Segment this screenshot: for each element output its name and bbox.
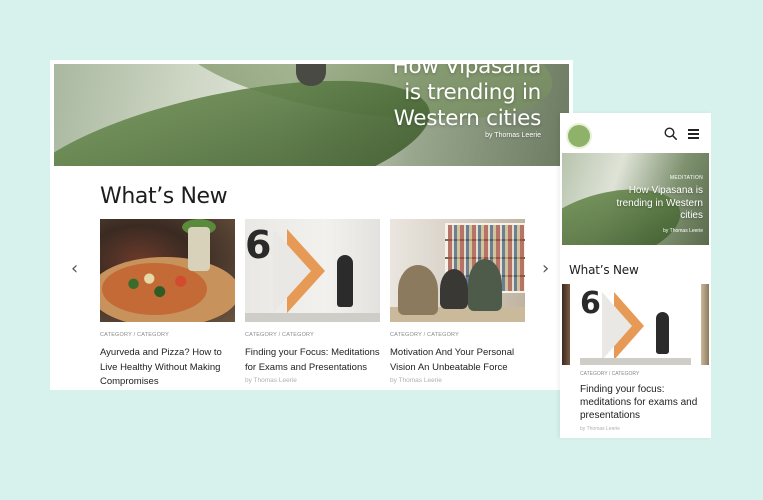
article-byline: by Thomas Leerie <box>580 426 620 432</box>
article-title[interactable]: Ayurveda and Pizza? How to Live Healthy … <box>100 346 235 390</box>
article-title[interactable]: Finding your focus: meditations for exam… <box>580 383 700 422</box>
article-image[interactable] <box>100 219 235 322</box>
article-image-peek[interactable] <box>562 284 570 365</box>
article-title[interactable]: Finding your Focus: Meditations for Exam… <box>245 346 380 375</box>
hero-byline: by Thomas Leerie <box>663 228 703 234</box>
section-title: What’s New <box>569 263 639 277</box>
article-category[interactable]: CATEGORY / CATEGORY <box>245 332 380 338</box>
hero-byline: by Thomas Leerie <box>485 132 541 139</box>
chevron-left-icon[interactable]: ‹ <box>71 260 78 278</box>
hero-title-line: How Vipasana <box>392 64 542 79</box>
article-category[interactable]: CATEGORY / CATEGORY <box>580 371 639 377</box>
hamburger-menu-icon[interactable] <box>688 129 699 139</box>
hero-kicker: MEDITATION <box>669 175 703 181</box>
article-card[interactable]: CATEGORY / CATEGORY Ayurveda and Pizza? … <box>100 219 235 390</box>
desktop-mockup: How Vipasana is trending in Western citi… <box>50 60 573 390</box>
article-image-peek[interactable] <box>701 284 709 365</box>
article-image[interactable] <box>390 219 525 322</box>
search-icon[interactable] <box>664 127 677 140</box>
hero-title-line: is trending in <box>404 80 541 105</box>
article-card[interactable]: CATEGORY / CATEGORY Motivation And Your … <box>390 219 525 384</box>
logo[interactable] <box>568 125 590 147</box>
article-title[interactable]: Motivation And Your Personal Vision An U… <box>390 346 525 375</box>
hero-title[interactable]: How Vipasana is trending in Western citi… <box>603 185 703 223</box>
article-image[interactable]: 6 <box>580 284 691 365</box>
hero-title[interactable]: How Vipasana is trending in Western citi… <box>341 64 542 132</box>
article-category[interactable]: CATEGORY / CATEGORY <box>390 332 525 338</box>
chevron-right-icon[interactable]: › <box>542 260 549 278</box>
mobile-hero-banner[interactable]: MEDITATION How Vipasana is trending in W… <box>562 153 709 245</box>
article-byline: by Thomas Leerie <box>245 377 297 384</box>
article-category[interactable]: CATEGORY / CATEGORY <box>100 332 235 338</box>
hero-title-line: Western cities <box>393 106 542 131</box>
article-byline: by Thomas Leerie <box>390 377 442 384</box>
hero-banner[interactable]: How Vipasana is trending in Western citi… <box>54 64 569 166</box>
mobile-mockup: MEDITATION How Vipasana is trending in W… <box>560 113 711 438</box>
article-card[interactable]: 6 CATEGORY / CATEGORY Finding your Focus… <box>245 219 380 384</box>
section-title: What’s New <box>100 184 228 209</box>
article-image[interactable]: 6 <box>245 219 380 322</box>
